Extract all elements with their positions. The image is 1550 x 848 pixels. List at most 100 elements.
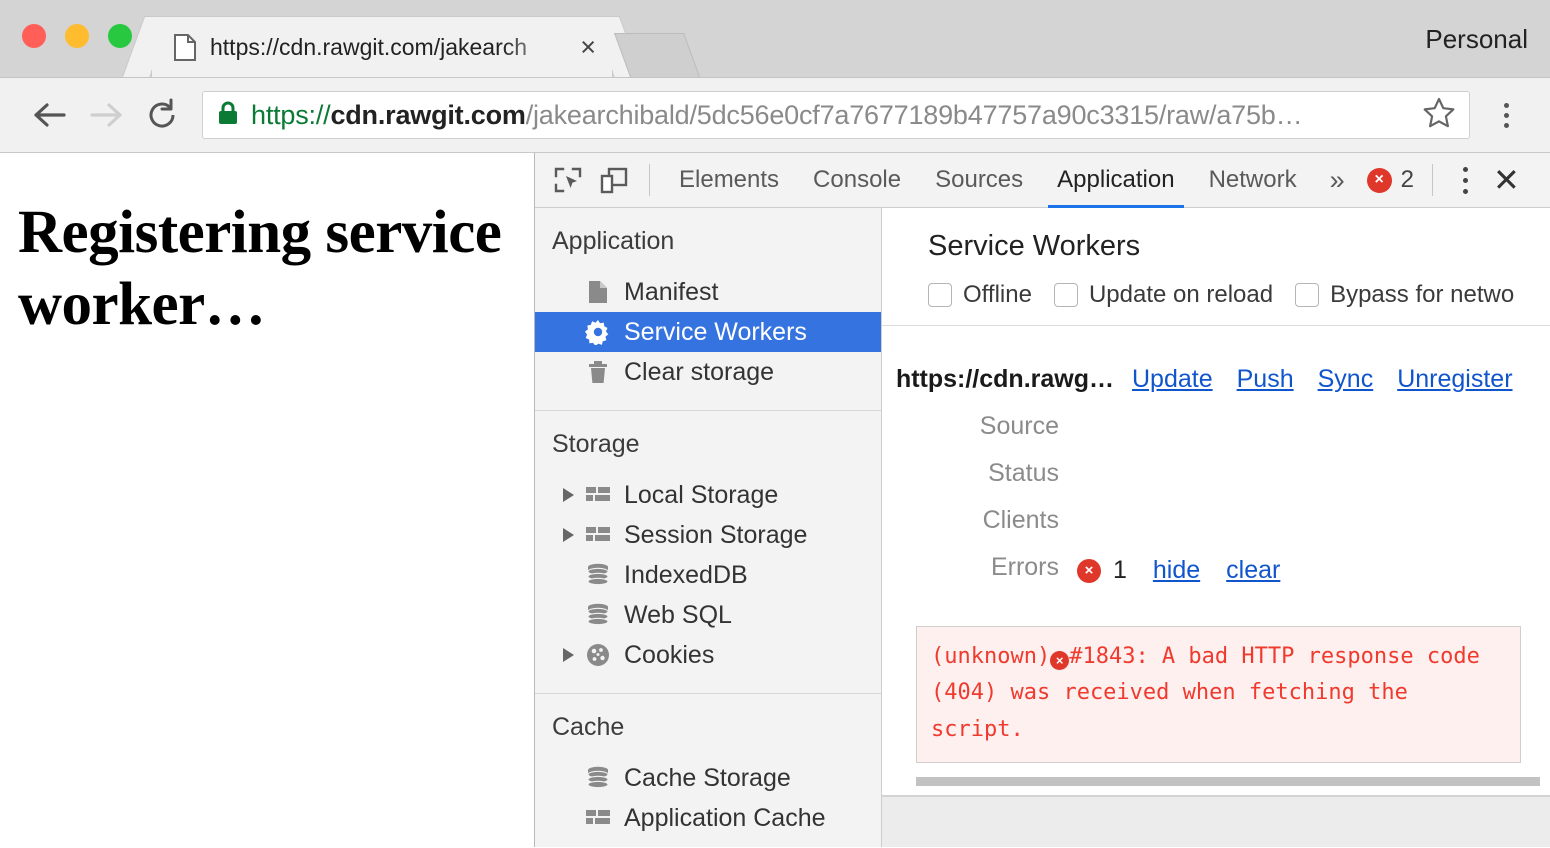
sidebar-item-manifest[interactable]: Manifest bbox=[535, 272, 881, 312]
error-message-box: (unknown)×#1843: A bad HTTP response cod… bbox=[916, 626, 1521, 763]
database-icon bbox=[585, 562, 611, 588]
inspect-element-icon[interactable] bbox=[545, 157, 591, 203]
close-tab-button[interactable]: × bbox=[574, 34, 602, 61]
source-row: Source bbox=[882, 403, 1550, 450]
sidebar-item-service-workers[interactable]: Service Workers bbox=[535, 312, 881, 352]
registration-scope-row: https://cdn.rawg… Update Push Sync Unreg… bbox=[882, 356, 1550, 403]
offline-checkbox-group[interactable]: Offline bbox=[928, 281, 1032, 309]
background-tab[interactable] bbox=[614, 33, 700, 77]
push-link[interactable]: Push bbox=[1237, 365, 1294, 394]
tab-strip: https://cdn.rawgit.com/jakearch × Person… bbox=[0, 0, 1550, 78]
error-icon: × bbox=[1367, 168, 1392, 193]
back-button[interactable] bbox=[22, 87, 78, 143]
url-path: /jakearchibald/5dc56e0cf7a7677189b47757a… bbox=[526, 100, 1303, 130]
error-icon: × bbox=[1077, 559, 1101, 583]
errors-row: Errors × 1 hide clear bbox=[882, 544, 1550, 594]
reload-button[interactable] bbox=[134, 87, 190, 143]
sidebar-item-label: Cookies bbox=[624, 641, 714, 670]
expand-arrow-icon[interactable] bbox=[563, 488, 574, 502]
table-icon bbox=[585, 482, 611, 508]
sidebar-item-session-storage[interactable]: Session Storage bbox=[535, 515, 881, 555]
browser-menu-button[interactable] bbox=[1484, 103, 1528, 128]
minimize-window-button[interactable] bbox=[65, 24, 89, 48]
sidebar-item-label: Local Storage bbox=[624, 481, 778, 510]
update-on-reload-checkbox[interactable] bbox=[1054, 283, 1078, 307]
page-icon bbox=[174, 34, 196, 61]
tab-title: https://cdn.rawgit.com/jakearch bbox=[210, 34, 574, 61]
tab-elements[interactable]: Elements bbox=[662, 153, 796, 208]
profile-name-label[interactable]: Personal bbox=[1425, 24, 1528, 55]
service-worker-registration: https://cdn.rawg… Update Push Sync Unreg… bbox=[882, 326, 1550, 787]
lock-icon bbox=[217, 100, 239, 131]
close-devtools-icon[interactable]: ✕ bbox=[1485, 161, 1532, 199]
address-bar[interactable]: https://cdn.rawgit.com/jakearchibald/5dc… bbox=[202, 91, 1470, 139]
browser-window: https://cdn.rawgit.com/jakearch × Person… bbox=[0, 0, 1550, 848]
clear-errors-link[interactable]: clear bbox=[1226, 556, 1280, 585]
toolbar-divider-2 bbox=[1432, 164, 1433, 196]
sidebar-item-label: Service Workers bbox=[624, 318, 807, 347]
bypass-for-network-checkbox-group[interactable]: Bypass for netwo bbox=[1295, 281, 1514, 309]
bookmark-star-icon[interactable] bbox=[1423, 97, 1455, 133]
address-bar-url: https://cdn.rawgit.com/jakearchibald/5dc… bbox=[251, 100, 1411, 131]
sidebar-item-label: Application Cache bbox=[624, 804, 826, 833]
bypass-for-network-label: Bypass for netwo bbox=[1330, 281, 1514, 309]
service-worker-options: Offline Update on reload Bypass for netw… bbox=[928, 263, 1550, 325]
devtools-toolbar: Elements Console Sources Application Net… bbox=[535, 153, 1550, 208]
close-window-button[interactable] bbox=[22, 24, 46, 48]
sidebar-item-cache-storage[interactable]: Cache Storage bbox=[535, 758, 881, 798]
registration-scope: https://cdn.rawg… bbox=[882, 365, 1132, 394]
bypass-for-network-checkbox[interactable] bbox=[1295, 283, 1319, 307]
offline-checkbox[interactable] bbox=[928, 283, 952, 307]
sidebar-item-label: Clear storage bbox=[624, 358, 774, 387]
viewport: Registering service worker… bbox=[0, 153, 1550, 847]
more-tabs-icon[interactable]: » bbox=[1314, 165, 1361, 196]
tab-network[interactable]: Network bbox=[1192, 153, 1314, 208]
gear-icon bbox=[585, 319, 611, 345]
sidebar-item-local-storage[interactable]: Local Storage bbox=[535, 475, 881, 515]
sidebar-item-application-cache[interactable]: Application Cache bbox=[535, 798, 881, 838]
devtools-settings-icon[interactable] bbox=[1445, 167, 1485, 194]
page-heading: Registering service worker… bbox=[18, 197, 504, 341]
hide-errors-link[interactable]: hide bbox=[1153, 556, 1200, 585]
devtools-tab-bar: Elements Console Sources Application Net… bbox=[662, 153, 1314, 208]
tab-application[interactable]: Application bbox=[1040, 153, 1191, 208]
device-toolbar-icon[interactable] bbox=[591, 157, 637, 203]
error-source: (unknown) bbox=[931, 644, 1050, 669]
tab-sources[interactable]: Sources bbox=[918, 153, 1040, 208]
expand-arrow-icon[interactable] bbox=[563, 648, 574, 662]
panel-scrollbar[interactable] bbox=[882, 777, 1550, 787]
tab-console[interactable]: Console bbox=[796, 153, 918, 208]
sidebar-item-cookies[interactable]: Cookies bbox=[535, 635, 881, 675]
table-icon bbox=[585, 805, 611, 831]
database-icon bbox=[585, 602, 611, 628]
errors-count: 1 bbox=[1113, 556, 1127, 585]
expand-arrow-icon[interactable] bbox=[563, 528, 574, 542]
sidebar-item-label: Session Storage bbox=[624, 521, 807, 550]
maximize-window-button[interactable] bbox=[108, 24, 132, 48]
status-label: Status bbox=[882, 459, 1077, 488]
url-host: cdn.rawgit.com bbox=[330, 100, 525, 130]
window-traffic-lights bbox=[22, 24, 132, 48]
clients-label: Clients bbox=[882, 506, 1077, 535]
sidebar-item-clear-storage[interactable]: Clear storage bbox=[535, 352, 881, 392]
sidebar-header-application: Application bbox=[535, 208, 881, 272]
sidebar-section-application: Application Manifest bbox=[535, 208, 881, 392]
sidebar-item-indexeddb[interactable]: IndexedDB bbox=[535, 555, 881, 595]
scrollbar-thumb[interactable] bbox=[916, 777, 1540, 786]
database-icon bbox=[585, 765, 611, 791]
unregister-link[interactable]: Unregister bbox=[1397, 365, 1512, 394]
trash-icon bbox=[585, 359, 611, 385]
cookie-icon bbox=[585, 642, 611, 668]
update-link[interactable]: Update bbox=[1132, 365, 1213, 394]
sidebar-item-web-sql[interactable]: Web SQL bbox=[535, 595, 881, 635]
sync-link[interactable]: Sync bbox=[1318, 365, 1374, 394]
errors-value-group: × 1 hide clear bbox=[1077, 556, 1280, 585]
update-on-reload-checkbox-group[interactable]: Update on reload bbox=[1054, 281, 1273, 309]
sidebar-item-label: Cache Storage bbox=[624, 764, 791, 793]
source-label: Source bbox=[882, 412, 1077, 441]
service-workers-panel: Service Workers Offline Update on reload bbox=[882, 208, 1550, 847]
sidebar-item-label: Web SQL bbox=[624, 601, 732, 630]
error-count-badge[interactable]: × 2 bbox=[1361, 166, 1420, 194]
browser-tab[interactable]: https://cdn.rawgit.com/jakearch × bbox=[152, 17, 612, 77]
document-icon bbox=[585, 279, 611, 305]
